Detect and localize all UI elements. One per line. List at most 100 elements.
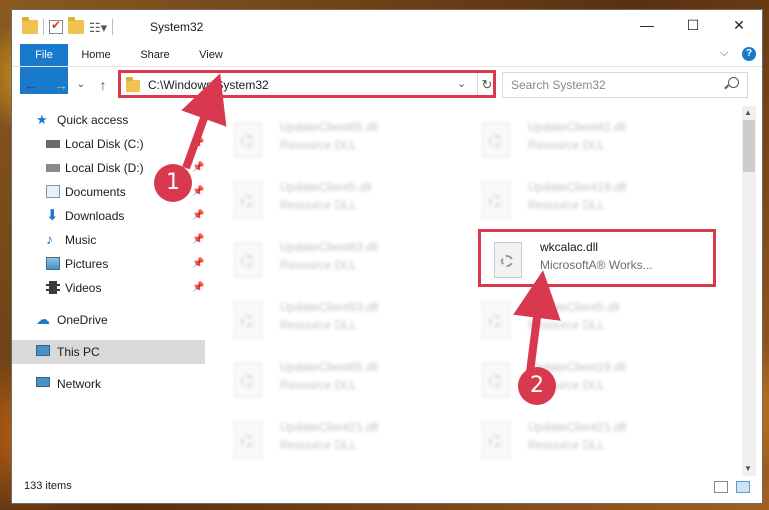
- window-title: System32: [150, 20, 204, 34]
- pin-icon[interactable]: 📌: [192, 228, 204, 252]
- file-list: UpdateClient65.dll Resource DLL UpdateCl…: [222, 106, 742, 471]
- step-2-badge: 2: [518, 367, 556, 405]
- navigation-pane: ★ Quick access Local Disk (C:) 📌 Local D…: [12, 106, 207, 471]
- drive-icon: [46, 164, 60, 172]
- dll-file-icon: [234, 182, 262, 218]
- file-item[interactable]: UpdateClient65.dll Resource DLL: [222, 116, 452, 166]
- file-name: UpdateClient21.dll: [528, 420, 627, 434]
- expand-ribbon-chevron-icon[interactable]: ⌵: [720, 47, 728, 60]
- item-count: 133 items: [24, 480, 72, 492]
- sidebar-item-label: Local Disk (C:): [65, 137, 144, 151]
- sidebar-item-label: Quick access: [57, 113, 129, 127]
- details-view-icon[interactable]: [714, 481, 728, 493]
- sidebar-item-videos[interactable]: Videos 📌: [12, 276, 205, 300]
- file-type: Resource DLL: [280, 198, 357, 212]
- sidebar-item-music[interactable]: ♪ Music 📌: [12, 228, 205, 252]
- help-icon[interactable]: ?: [742, 47, 756, 61]
- properties-check-icon[interactable]: [49, 18, 63, 34]
- scrollbar-thumb[interactable]: [743, 120, 755, 172]
- dll-file-icon: [234, 122, 262, 158]
- folder-icon: [22, 17, 38, 34]
- file-type: Resource DLL: [280, 438, 357, 452]
- back-arrow-icon[interactable]: ←: [22, 74, 40, 96]
- file-name: UpdateClient42.dll: [528, 120, 627, 134]
- file-name: UpdateClient5.dll: [528, 300, 620, 314]
- pin-icon[interactable]: 📌: [192, 156, 204, 180]
- file-item[interactable]: UpdateClient21.dll Resource DLL: [470, 416, 700, 466]
- file-name: UpdateClient19.dll: [528, 180, 627, 194]
- file-item[interactable]: UpdateClient63.dll Resource DLL: [222, 296, 452, 346]
- sidebar-item-pictures[interactable]: Pictures 📌: [12, 252, 205, 276]
- dll-file-icon: [234, 302, 262, 338]
- toolbar-separator: [43, 19, 44, 35]
- dll-file-icon: [482, 302, 510, 338]
- file-type: Resource DLL: [280, 258, 357, 272]
- minimize-button[interactable]: —: [624, 10, 670, 40]
- sidebar-item-label: Downloads: [65, 209, 125, 223]
- pin-icon[interactable]: 📌: [192, 276, 204, 300]
- search-box[interactable]: Search System32: [502, 72, 748, 98]
- file-name: UpdateClient65.dll: [280, 360, 379, 374]
- file-name: UpdateClient63.dll: [280, 240, 379, 254]
- dll-file-icon: [234, 362, 262, 398]
- forward-arrow-icon[interactable]: →: [52, 74, 70, 96]
- file-item[interactable]: UpdateClient5.dll Resource DLL: [470, 296, 700, 346]
- computer-icon: [36, 345, 50, 356]
- file-name: UpdateClient21.dll: [280, 420, 379, 434]
- search-icon: [728, 77, 739, 88]
- star-icon: ★: [36, 112, 48, 127]
- scroll-up-icon[interactable]: ▲: [744, 108, 752, 117]
- cloud-icon: ☁: [36, 311, 50, 327]
- close-button[interactable]: ✕: [716, 10, 762, 40]
- file-item[interactable]: UpdateClient42.dll Resource DLL: [470, 116, 700, 166]
- maximize-button[interactable]: ☐: [670, 10, 716, 40]
- pin-icon[interactable]: 📌: [192, 180, 204, 204]
- file-item[interactable]: UpdateClient21.dll Resource DLL: [222, 416, 452, 466]
- file-type: Resource DLL: [280, 318, 357, 332]
- sidebar-item-label: Pictures: [65, 257, 109, 271]
- sidebar-item-quick-access[interactable]: ★ Quick access: [12, 108, 205, 132]
- sidebar-item-network[interactable]: Network: [12, 372, 205, 396]
- address-bar-highlight: [118, 70, 496, 98]
- pin-icon[interactable]: 📌: [192, 252, 204, 276]
- search-input[interactable]: Search System32: [511, 78, 606, 92]
- drive-icon: [46, 140, 60, 148]
- new-folder-icon[interactable]: [68, 17, 84, 34]
- sidebar-item-local-disk-c[interactable]: Local Disk (C:) 📌: [12, 132, 205, 156]
- sidebar-item-label: Music: [65, 233, 97, 247]
- step-1-badge: 1: [154, 164, 192, 202]
- file-item[interactable]: UpdateClient65.dll Resource DLL: [222, 356, 452, 406]
- dll-file-icon: [482, 182, 510, 218]
- sidebar-item-downloads[interactable]: ⬇ Downloads 📌: [12, 204, 205, 228]
- sidebar-item-label: OneDrive: [57, 313, 108, 327]
- large-icons-view-icon[interactable]: [736, 481, 750, 493]
- customize-toolbar-icon[interactable]: ☷▾: [89, 20, 107, 35]
- up-arrow-icon[interactable]: ↑: [94, 74, 112, 96]
- file-item[interactable]: UpdateClient19.dll Resource DLL: [470, 356, 700, 406]
- recent-locations-chevron-icon[interactable]: ⌄: [72, 74, 90, 96]
- sidebar-item-label: Local Disk (D:): [65, 161, 144, 175]
- scroll-down-icon[interactable]: ▼: [744, 464, 752, 473]
- dll-file-icon: [482, 122, 510, 158]
- pin-icon[interactable]: 📌: [192, 132, 204, 156]
- file-type: Resource DLL: [528, 438, 605, 452]
- file-name: UpdateClient5.dll: [280, 180, 372, 194]
- sidebar-item-label: Videos: [65, 281, 102, 295]
- dll-file-icon: [234, 422, 262, 458]
- sidebar-item-this-pc[interactable]: This PC: [12, 340, 205, 364]
- tab-view[interactable]: View: [194, 44, 228, 66]
- explorer-window: ☷▾ System32 — ☐ ✕ File Home Share View ⌵…: [12, 10, 762, 503]
- videos-icon: [46, 281, 60, 294]
- file-type: Resource DLL: [528, 198, 605, 212]
- pin-icon[interactable]: 📌: [192, 204, 204, 228]
- file-item[interactable]: UpdateClient19.dll Resource DLL: [470, 176, 700, 226]
- vertical-scrollbar[interactable]: ▲ ▼: [742, 106, 756, 476]
- file-highlight: [478, 229, 716, 287]
- tab-home[interactable]: Home: [76, 44, 116, 66]
- sidebar-item-onedrive[interactable]: ☁ OneDrive: [12, 308, 205, 332]
- file-item[interactable]: UpdateClient63.dll Resource DLL: [222, 236, 452, 286]
- file-type: Resource DLL: [280, 378, 357, 392]
- file-item[interactable]: UpdateClient5.dll Resource DLL: [222, 176, 452, 226]
- tab-share[interactable]: Share: [134, 44, 176, 66]
- network-icon: [36, 377, 50, 387]
